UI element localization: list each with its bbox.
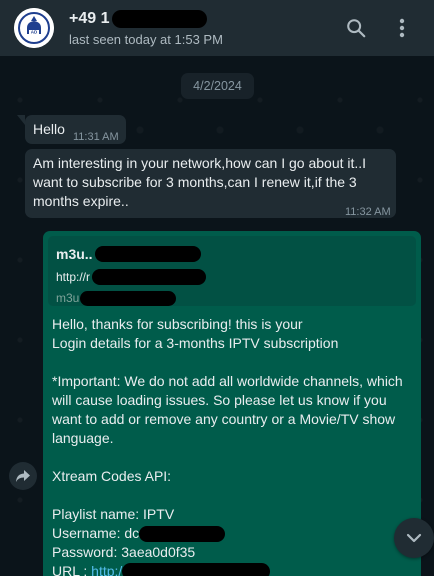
redaction-bar <box>92 269 207 285</box>
link-preview-host: m3u <box>56 290 408 306</box>
url-line: URL : http:/. <box>52 562 414 576</box>
redaction-bar <box>139 525 226 542</box>
contact-name-text: +49 1 <box>69 10 110 27</box>
redaction-bar <box>94 246 201 262</box>
link-preview-title: m3u.. <box>56 245 408 263</box>
url-label: URL : <box>52 563 92 576</box>
url-link[interactable]: http:/. <box>91 562 126 576</box>
link-preview-title-text: m3u.. <box>56 245 93 262</box>
link-preview-host-text: m3u <box>56 290 80 305</box>
message-line: will cause loading issues. So please let… <box>52 392 387 408</box>
menu-button[interactable] <box>382 8 422 48</box>
message-time: 11:31 AM <box>73 131 119 143</box>
chat-header: AD +49 1 last seen today at 1:53 PM <box>0 0 434 56</box>
message-line: Login details for a 3-months IPTV subscr… <box>52 335 339 351</box>
message-line: want to subscribe for 3 months,can I ren… <box>33 174 357 190</box>
message-line: Playlist name: IPTV <box>52 506 175 522</box>
message-time: 11:32 AM <box>345 206 391 218</box>
message-line: Xtream Codes API: <box>52 468 172 484</box>
redaction-bar <box>122 563 271 576</box>
message-line: Am interesting in your network,how can I… <box>33 155 367 171</box>
message-line: Username: dc <box>52 525 140 541</box>
bubble-tail <box>17 115 25 125</box>
message-line: months expire.. <box>33 193 129 209</box>
search-button[interactable] <box>336 8 376 48</box>
search-icon <box>347 19 366 38</box>
message-line: Hello, thanks for subscribing! this is y… <box>52 316 303 332</box>
contact-avatar[interactable]: AD <box>14 8 54 48</box>
redaction-bar <box>112 10 208 28</box>
last-seen-status: last seen today at 1:53 PM <box>69 32 223 47</box>
incoming-message[interactable]: Hello 11:31 AM <box>17 115 126 144</box>
message-text: Hello <box>33 121 65 137</box>
forward-button[interactable] <box>9 462 37 490</box>
contact-name[interactable]: +49 1 <box>69 9 336 29</box>
more-vertical-icon <box>399 18 405 38</box>
message-line: *Important: We do not add all worldwide … <box>52 373 403 389</box>
link-preview-url: http://r <box>56 269 408 285</box>
forward-icon <box>16 470 30 482</box>
avatar-logo-icon: AD <box>14 8 54 48</box>
redaction-bar <box>80 290 177 306</box>
link-preview-url-text: http://r <box>56 269 91 284</box>
message-line: want to add or remove any country or a M… <box>52 411 396 427</box>
message-body: Hello, thanks for subscribing! this is y… <box>52 315 414 576</box>
message-line: Password: 3aea0d0f35 <box>52 544 196 560</box>
incoming-message[interactable]: Am interesting in your network,how can I… <box>25 149 396 218</box>
username-line: Username: dc <box>52 524 414 543</box>
chevron-down-icon <box>406 533 422 543</box>
link-preview[interactable]: m3u.. http://r m3u <box>48 236 416 306</box>
message-line: language. <box>52 430 114 446</box>
outgoing-message[interactable]: m3u.. http://r m3u Hello, thanks for sub… <box>43 231 421 576</box>
scroll-to-bottom-button[interactable] <box>394 518 434 558</box>
date-separator: 4/2/2024 <box>181 73 254 99</box>
svg-text:AD: AD <box>31 30 38 35</box>
